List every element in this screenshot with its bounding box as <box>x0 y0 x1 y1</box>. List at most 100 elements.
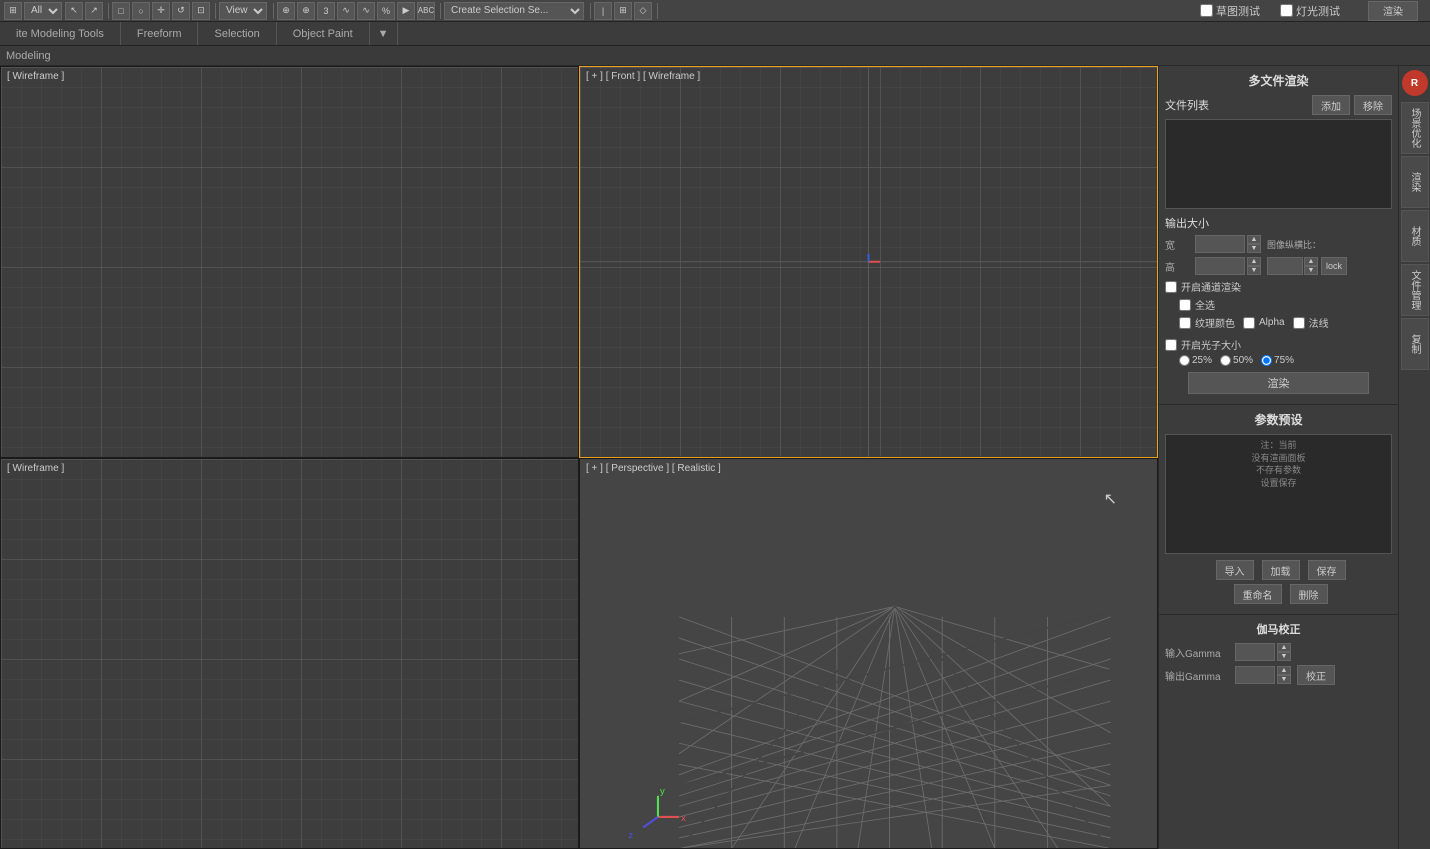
toolbar-icon-num[interactable]: 3 <box>317 2 335 20</box>
photon-size-row: 开启光子大小 <box>1165 337 1392 352</box>
light-test-checkbox[interactable] <box>1280 4 1293 17</box>
delete-btn[interactable]: 删除 <box>1290 584 1328 604</box>
height-down[interactable]: ▼ <box>1247 266 1261 275</box>
height-spinner: 480 ▲ ▼ <box>1195 257 1261 275</box>
preset-btn-row-1: 导入 加载 保存 <box>1165 560 1392 580</box>
lock-btn[interactable]: lock <box>1321 257 1347 275</box>
photon-50-radio[interactable] <box>1220 355 1231 366</box>
render-panel-btn[interactable]: 渲染 <box>1401 156 1429 208</box>
light-test-label: 灯光测试 <box>1296 3 1340 19</box>
photon-size-checkbox[interactable] <box>1165 339 1177 351</box>
toolbar-icon-percent[interactable]: % <box>377 2 395 20</box>
aspect-value-input[interactable]: 1.33 <box>1267 257 1303 275</box>
svg-text:y: y <box>660 785 665 796</box>
copy-btn[interactable]: 复制 <box>1401 318 1429 370</box>
light-test-check-label[interactable]: 灯光测试 <box>1280 3 1340 19</box>
toolbar-icon-move[interactable]: ✛ <box>152 2 170 20</box>
photon-25-radio[interactable] <box>1179 355 1190 366</box>
rename-btn[interactable]: 重命名 <box>1234 584 1282 604</box>
tab-freeform[interactable]: Freeform <box>121 22 199 45</box>
input-gamma-down[interactable]: ▼ <box>1277 652 1291 661</box>
aspect-up[interactable]: ▲ <box>1304 257 1318 266</box>
viewport-bottom-right[interactable]: [ + ] [ Perspective ] [ Realistic ] ↖ <box>579 458 1158 849</box>
breadcrumb-bar: Modeling <box>0 46 1430 66</box>
save-preset-btn[interactable]: 保存 <box>1308 560 1346 580</box>
viewport-grid-top-left <box>1 67 578 457</box>
add-file-btn[interactable]: 添加 <box>1312 95 1350 115</box>
material-label: 材质 <box>1407 226 1422 246</box>
toolbar-icon-anim[interactable]: ▶ <box>397 2 415 20</box>
diffuse-row: 纹理颜色 <box>1179 315 1235 330</box>
file-manage-btn[interactable]: 文件管理 <box>1401 264 1429 316</box>
grass-test-checkbox[interactable] <box>1200 4 1213 17</box>
dropdown-create-selection[interactable]: Create Selection Se...Create Selection S… <box>444 2 584 20</box>
width-spinner: 640 ▲ ▼ <box>1195 235 1261 253</box>
render-top-btn[interactable]: 渲染 <box>1368 1 1418 21</box>
input-gamma-up[interactable]: ▲ <box>1277 643 1291 652</box>
toolbar-icon-pin[interactable]: | <box>594 2 612 20</box>
toolbar-icon-snap2[interactable]: ⊕ <box>297 2 315 20</box>
photon-75-row: 75% <box>1261 355 1294 366</box>
viewport-top-left[interactable]: [ Wireframe ] <box>0 66 579 458</box>
dropdown-all[interactable]: AllAll <box>24 2 62 20</box>
output-gamma-input[interactable]: 0.01 <box>1235 666 1275 684</box>
grass-test-check-label[interactable]: 草图测试 <box>1200 3 1260 19</box>
viewport-area: [ Wireframe ] [ + ] [ Front ] [ Wirefram… <box>0 66 1158 849</box>
separator-1 <box>108 3 109 19</box>
height-arrows: ▲ ▼ <box>1247 257 1261 275</box>
toolbar-icon-circle[interactable]: ○ <box>132 2 150 20</box>
toolbar-icon-scale[interactable]: ⊡ <box>192 2 210 20</box>
right-main-panel: 多文件渲染 文件列表 添加 移除 输出大小 宽 640 <box>1158 66 1398 849</box>
toolbar-icon-rotate[interactable]: ↺ <box>172 2 190 20</box>
aspect-ratio-label: 图像纵横比： <box>1267 238 1321 251</box>
tab-more[interactable]: ▼ <box>370 22 398 45</box>
output-gamma-up[interactable]: ▲ <box>1277 666 1291 675</box>
photon-75-radio[interactable] <box>1261 355 1272 366</box>
load-btn[interactable]: 加载 <box>1262 560 1300 580</box>
photon-25-row: 25% <box>1179 355 1212 366</box>
viewport-bottom-left[interactable]: [ Wireframe ] <box>0 458 579 849</box>
import-btn[interactable]: 导入 <box>1216 560 1254 580</box>
height-up[interactable]: ▲ <box>1247 257 1261 266</box>
tab-modeling-tools[interactable]: ite Modeling Tools <box>0 22 121 45</box>
tab-selection-label: Selection <box>214 28 259 40</box>
file-list-area <box>1165 119 1392 209</box>
right-side: 多文件渲染 文件列表 添加 移除 输出大小 宽 640 <box>1158 66 1430 849</box>
normal-checkbox[interactable] <box>1293 317 1305 329</box>
toolbar-icon-rect[interactable]: □ <box>112 2 130 20</box>
dropdown-view[interactable]: ViewView <box>219 2 267 20</box>
toolbar-icon-frame[interactable]: ⊞ <box>614 2 632 20</box>
viewport-top-right[interactable]: [ + ] [ Front ] [ Wireframe ] <box>579 66 1158 458</box>
output-gamma-down[interactable]: ▼ <box>1277 675 1291 684</box>
calibrate-btn[interactable]: 校正 <box>1297 665 1335 685</box>
toolbar-icon-abc[interactable]: ABC <box>417 2 435 20</box>
main-render-btn[interactable]: 渲染 <box>1188 372 1370 394</box>
width-up[interactable]: ▲ <box>1247 235 1261 244</box>
render-panel-label: 渲染 <box>1407 172 1422 192</box>
normal-row: 法线 <box>1293 315 1329 330</box>
all-select-checkbox[interactable] <box>1179 299 1191 311</box>
height-input[interactable]: 480 <box>1195 257 1245 275</box>
alpha-checkbox[interactable] <box>1243 317 1255 329</box>
aspect-down[interactable]: ▼ <box>1304 266 1318 275</box>
input-gamma-input[interactable]: 0.01 <box>1235 643 1275 661</box>
toolbar-icon-curve2[interactable]: ∿ <box>357 2 375 20</box>
remove-file-btn[interactable]: 移除 <box>1354 95 1392 115</box>
width-down[interactable]: ▼ <box>1247 244 1261 253</box>
multi-render-section: 多文件渲染 文件列表 添加 移除 输出大小 宽 640 <box>1159 66 1398 405</box>
channel-render-checkbox[interactable] <box>1165 281 1177 293</box>
toolbar-icon-snap[interactable]: ⊕ <box>277 2 295 20</box>
width-input[interactable]: 640 <box>1195 235 1245 253</box>
toolbar-icon-select[interactable]: ↖ <box>65 2 83 20</box>
scene-optimize-btn[interactable]: 场景优化 <box>1401 102 1429 154</box>
logo-text: R <box>1411 78 1418 89</box>
tab-object-paint[interactable]: Object Paint <box>277 22 370 45</box>
diffuse-checkbox[interactable] <box>1179 317 1191 329</box>
toolbar-icon-curve1[interactable]: ∿ <box>337 2 355 20</box>
toolbar-icon-key[interactable]: ◇ <box>634 2 652 20</box>
toolbar-icon-select2[interactable]: ↗ <box>85 2 103 20</box>
preset-preview-area: 注：当前 没有渲画面板 不存有参数 设置保存 <box>1165 434 1392 554</box>
material-btn[interactable]: 材质 <box>1401 210 1429 262</box>
toolbar-icon-grid[interactable]: ⊞ <box>4 2 22 20</box>
tab-selection[interactable]: Selection <box>198 22 276 45</box>
